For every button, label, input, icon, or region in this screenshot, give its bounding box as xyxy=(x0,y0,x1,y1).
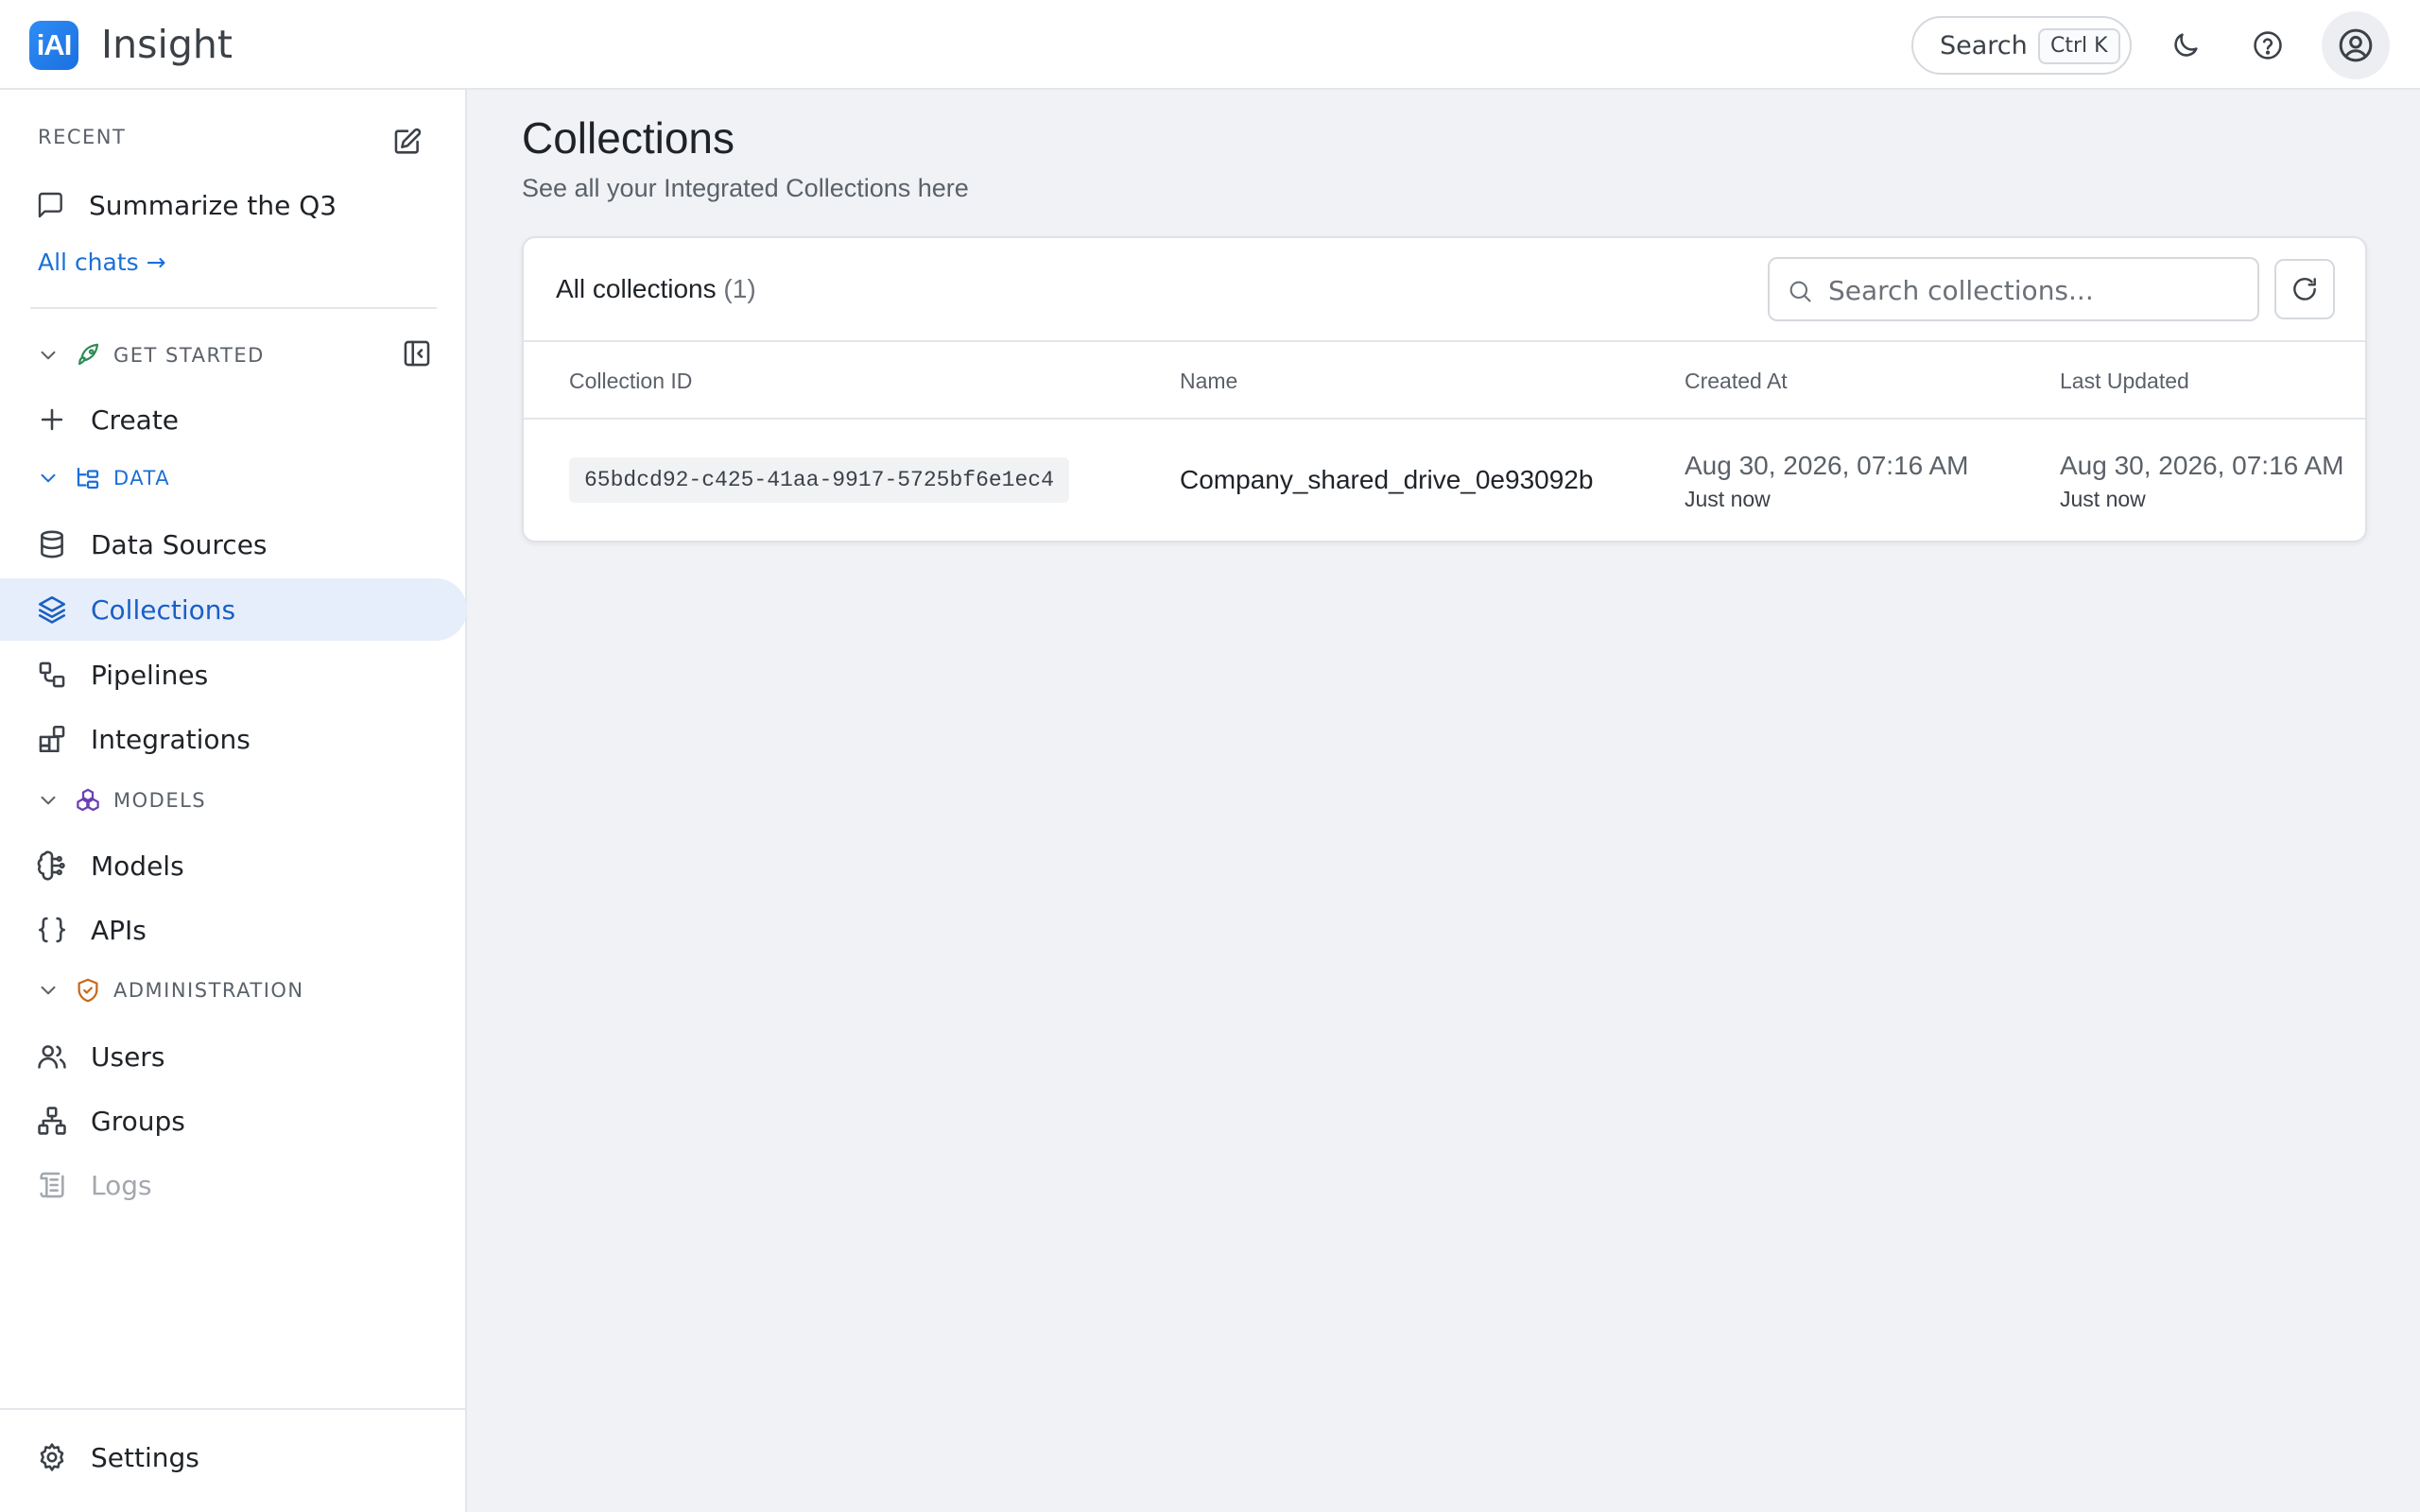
column-header-collection-id[interactable]: Collection ID xyxy=(569,369,692,394)
column-header-last-updated[interactable]: Last Updated xyxy=(2060,369,2189,394)
last-updated-cell: Aug 30, 2026, 07:16 AM Just now xyxy=(2060,450,2343,514)
collections-search-input[interactable] xyxy=(1828,272,2244,308)
sidebar-item-logs-label: Logs xyxy=(91,1169,152,1201)
section-data[interactable]: DATA xyxy=(36,461,170,495)
global-search-button[interactable]: Search Ctrl K xyxy=(1911,16,2132,75)
created-at-relative: Just now xyxy=(1685,487,1771,511)
sidebar-item-models-label: Models xyxy=(91,850,184,882)
section-data-label: DATA xyxy=(113,467,171,490)
chevron-down-icon xyxy=(41,986,56,995)
sidebar-item-integrations-label: Integrations xyxy=(91,723,251,755)
plus-icon xyxy=(41,408,63,431)
gear-icon xyxy=(40,1443,64,1471)
layers-icon xyxy=(38,595,66,624)
section-get-started-label: GET STARTED xyxy=(113,344,265,367)
recent-chat-label: Summarize the Q3 xyxy=(89,189,337,221)
message-square-icon xyxy=(38,192,62,218)
refresh-button[interactable] xyxy=(2274,259,2335,319)
moon-icon xyxy=(2174,33,2198,57)
sidebar-item-collections[interactable]: Collections xyxy=(0,578,467,641)
table-row[interactable]: 65bdcd92-c425-41aa-9917-5725bf6e1ec4 Com… xyxy=(524,420,2365,541)
search-shortcut-badge: Ctrl K xyxy=(2038,28,2120,64)
scroll-text-icon xyxy=(40,1172,64,1198)
sidebar-item-apis[interactable]: APIs xyxy=(0,899,467,961)
collections-search-box[interactable] xyxy=(1768,257,2259,321)
sidebar-item-logs[interactable]: Logs xyxy=(0,1154,467,1216)
folder-tree-icon xyxy=(77,467,99,490)
column-header-name[interactable]: Name xyxy=(1180,369,1237,394)
sidebar-item-groups-label: Groups xyxy=(91,1105,185,1137)
sidebar: RECENT Summarize the Q3 All chats → GET … xyxy=(0,90,467,1512)
section-get-started[interactable]: GET STARTED xyxy=(36,338,265,372)
dark-mode-toggle[interactable] xyxy=(2165,25,2206,66)
collections-count: (1) xyxy=(723,274,756,303)
last-updated-date: Aug 30, 2026, 07:16 AM xyxy=(2060,451,2344,480)
collection-name-cell[interactable]: Company_shared_drive_0e93092b xyxy=(1180,465,1593,495)
chevron-down-icon xyxy=(41,473,56,483)
sidebar-collapse-icon xyxy=(404,340,430,367)
app-title: Insight xyxy=(101,22,233,67)
sidebar-item-apis-label: APIs xyxy=(91,914,147,946)
top-bar: iAI Insight Search Ctrl K xyxy=(0,0,2420,90)
page-title: Collections xyxy=(522,113,735,163)
sidebar-item-create-label: Create xyxy=(91,404,180,436)
boxes-icon xyxy=(77,788,99,812)
collection-id-cell[interactable]: 65bdcd92-c425-41aa-9917-5725bf6e1ec4 xyxy=(569,457,1069,503)
sidebar-item-models[interactable]: Models xyxy=(0,834,467,897)
sidebar-item-pipelines-label: Pipelines xyxy=(91,659,209,691)
collections-card: All collections (1) Collection ID Name C… xyxy=(522,236,2367,542)
recent-chat-item[interactable]: Summarize the Q3 xyxy=(36,186,337,224)
sidebar-item-pipelines[interactable]: Pipelines xyxy=(0,644,467,706)
help-button[interactable] xyxy=(2247,25,2289,66)
page-subtitle: See all your Integrated Collections here xyxy=(522,174,969,202)
sidebar-item-settings-label: Settings xyxy=(91,1441,199,1473)
refresh-icon xyxy=(2293,278,2316,301)
section-administration-label: ADMINISTRATION xyxy=(113,979,304,1002)
edit-icon xyxy=(394,128,422,154)
sidebar-item-create[interactable]: Create xyxy=(0,388,467,451)
all-chats-link[interactable]: All chats → xyxy=(38,249,166,276)
brain-circuit-icon xyxy=(37,850,65,881)
network-icon xyxy=(38,1107,66,1135)
app-logo[interactable]: iAI xyxy=(29,21,78,70)
column-header-created-at[interactable]: Created At xyxy=(1685,369,1788,394)
section-administration[interactable]: ADMINISTRATION xyxy=(36,973,304,1007)
sidebar-divider xyxy=(30,307,437,309)
puzzle-blocks-icon xyxy=(39,725,65,753)
shield-check-icon xyxy=(78,978,98,1003)
user-circle-icon xyxy=(2339,28,2373,62)
search-icon xyxy=(1789,281,1811,302)
collapse-sidebar-button[interactable] xyxy=(401,337,433,369)
users-icon xyxy=(38,1045,66,1069)
sidebar-item-settings[interactable]: Settings xyxy=(0,1426,467,1488)
sidebar-item-groups[interactable]: Groups xyxy=(0,1090,467,1152)
sidebar-bottom-divider xyxy=(0,1408,467,1410)
sidebar-item-users[interactable]: Users xyxy=(0,1025,467,1088)
created-at-date: Aug 30, 2026, 07:16 AM xyxy=(1685,451,1969,480)
table-header: Collection ID Name Created At Last Updat… xyxy=(524,342,2365,420)
card-title-text: All collections xyxy=(556,274,717,303)
recent-header: RECENT xyxy=(38,126,127,148)
help-circle-icon xyxy=(2254,31,2282,60)
section-models[interactable]: MODELS xyxy=(36,783,206,817)
new-chat-button[interactable] xyxy=(391,126,424,158)
sidebar-item-integrations[interactable]: Integrations xyxy=(0,708,467,770)
sidebar-item-users-label: Users xyxy=(91,1040,165,1073)
database-icon xyxy=(41,530,63,558)
rocket-icon xyxy=(78,343,99,366)
global-search-label: Search xyxy=(1940,31,2028,60)
chevron-down-icon xyxy=(41,351,56,360)
workflow-icon xyxy=(39,662,65,688)
sidebar-item-data-sources-label: Data Sources xyxy=(91,528,268,560)
braces-icon xyxy=(38,917,66,943)
card-title: All collections (1) xyxy=(556,274,756,304)
created-at-cell: Aug 30, 2026, 07:16 AM Just now xyxy=(1685,450,1968,514)
last-updated-relative: Just now xyxy=(2060,487,2146,511)
sidebar-item-data-sources[interactable]: Data Sources xyxy=(0,513,467,576)
chevron-down-icon xyxy=(41,796,56,805)
section-models-label: MODELS xyxy=(113,789,207,812)
sidebar-item-collections-label: Collections xyxy=(91,593,236,626)
user-menu-button[interactable] xyxy=(2322,11,2390,79)
card-header: All collections (1) xyxy=(524,238,2365,342)
